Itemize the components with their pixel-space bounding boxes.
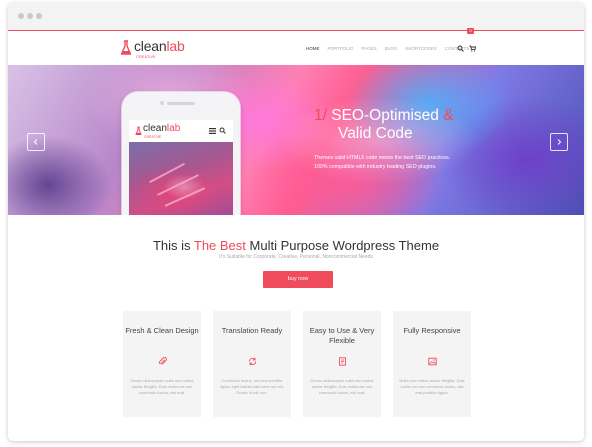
hero-title-line1: SEO-Optimised — [331, 107, 439, 124]
chevron-left-icon — [33, 139, 38, 145]
nav-item-portfolio[interactable]: PORTFOLIO — [328, 46, 354, 51]
slider-prev-button[interactable] — [27, 133, 45, 151]
window-dot[interactable] — [18, 13, 24, 19]
hamburger-menu-icon — [209, 128, 216, 134]
slider-next-button[interactable] — [550, 133, 568, 151]
window-dot[interactable] — [36, 13, 42, 19]
refresh-icon — [249, 357, 256, 366]
cart-count-badge: 0 — [467, 28, 474, 34]
paperclip-icon — [158, 357, 167, 365]
phone-camera — [160, 101, 164, 105]
feature-description: Nulla non metus auctor fringilla. Duis m… — [399, 378, 465, 395]
phone-speaker — [167, 102, 195, 105]
feature-card: Easy to Use & Very Flexible Donec ullamc… — [303, 311, 381, 417]
logo-tagline: CREATIVE — [136, 54, 156, 59]
flask-logo-icon — [120, 40, 132, 55]
hero-description: Themes valid HTML5 code meets the best S… — [314, 154, 450, 171]
search-icon — [219, 127, 226, 134]
feature-title: Translation Ready — [221, 326, 283, 335]
buy-now-button[interactable]: buy now — [263, 271, 333, 288]
cart-icon[interactable] — [469, 45, 476, 52]
phone-logo-text: cleanlab — [143, 123, 181, 134]
intro-subtitle: It's Suitable for Corporate, Creative, P… — [219, 254, 373, 260]
search-icon[interactable] — [457, 45, 464, 52]
document-icon — [339, 357, 346, 366]
image-icon — [428, 357, 437, 366]
hero-title-line2: Valid Code — [338, 125, 413, 142]
feature-card: Translation Ready Commodo luctus, nisi e… — [213, 311, 291, 417]
hero-desc-line1: Themes valid HTML5 code meets the best S… — [314, 155, 451, 161]
petal-highlight — [148, 162, 186, 184]
feature-card: Fully Responsive Nulla non metus auctor … — [393, 311, 471, 417]
browser-chrome — [8, 3, 584, 30]
flask-logo-icon — [135, 126, 142, 135]
phone-logo-tagline: CREATIVE — [144, 135, 162, 139]
feature-title: Fully Responsive — [403, 326, 461, 335]
feature-description: Donec ullamcorper nulla non metus auctor… — [310, 378, 374, 395]
feature-title: Fresh & Clean Design — [125, 326, 199, 335]
nav-item-pages[interactable]: PAGES — [361, 46, 376, 51]
hero-title-amp: & — [443, 107, 454, 124]
nav-item-home[interactable]: HOME — [306, 46, 320, 51]
feature-description: Donec ullamcorper nulla non metus auctor… — [130, 378, 194, 395]
feature-title: Easy to Use & Very Flexible — [309, 326, 375, 345]
petal-highlight — [164, 187, 206, 207]
intro-heading: This is The Best Multi Purpose Wordpress… — [152, 238, 440, 253]
feature-description: Commodo luctus, nisi erat porttitor ligu… — [219, 378, 285, 395]
chevron-right-icon — [557, 139, 562, 145]
feature-card: Fresh & Clean Design Donec ullamcorper n… — [123, 311, 201, 417]
hero-desc-line2: 100% compatible with industry leading SE… — [314, 163, 437, 170]
hero-slider: cleanlab CREATIVE 1/ SEO-Optimised & Val… — [8, 65, 584, 215]
hero-title: 1/ SEO-Optimised & Valid Code — [314, 107, 454, 143]
phone-screen: cleanlab CREATIVE — [129, 120, 233, 215]
nav-item-shortcodes[interactable]: SHORTCODES — [405, 46, 437, 51]
main-nav: HOME PORTFOLIO PAGES BLOG SHORTCODES CON… — [306, 46, 469, 51]
browser-frame: cleanlab CREATIVE HOME PORTFOLIO PAGES B… — [8, 3, 584, 441]
window-dot[interactable] — [27, 13, 33, 19]
nav-item-blog[interactable]: BLOG — [385, 46, 398, 51]
phone-screen-image — [129, 142, 233, 215]
slide-number: 1/ — [314, 107, 327, 124]
header-top-border — [8, 30, 584, 31]
phone-mockup: cleanlab CREATIVE — [122, 92, 240, 215]
logo-text: cleanlab — [134, 38, 185, 54]
